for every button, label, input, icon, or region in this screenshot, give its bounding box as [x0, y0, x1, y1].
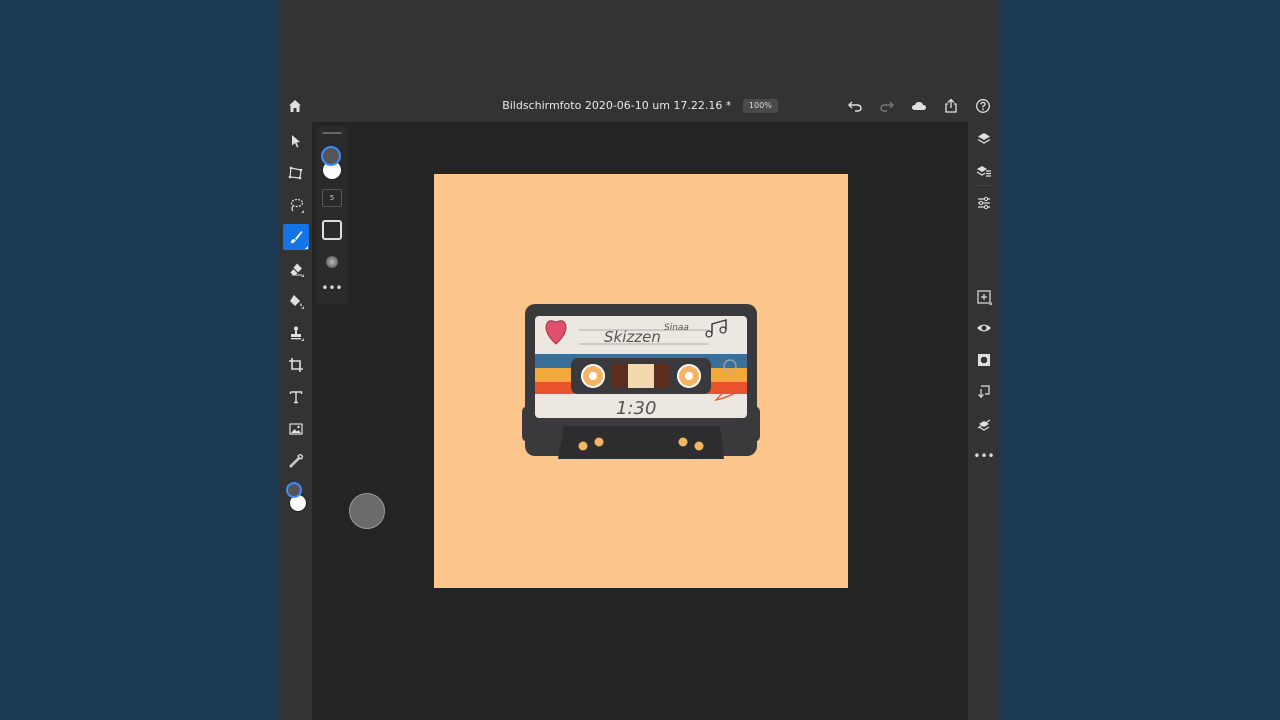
more-icon[interactable]: •••	[968, 450, 1000, 462]
brush-softness-icon[interactable]	[326, 256, 338, 268]
right-toolbar: •••	[968, 122, 1000, 720]
cassette-hole	[578, 441, 588, 451]
layer-properties-icon[interactable]	[975, 162, 993, 180]
help-icon[interactable]	[974, 97, 992, 115]
fill-tool-icon[interactable]	[287, 292, 305, 310]
type-tool-icon[interactable]	[287, 388, 305, 406]
color-swatches[interactable]	[286, 482, 308, 512]
clipping-icon[interactable]	[975, 383, 993, 401]
brush-options-flyout: 5 •••	[316, 126, 348, 304]
cassette-hole	[678, 437, 688, 447]
adjustments-icon[interactable]	[975, 194, 993, 212]
canvas-area[interactable]: Skizzen Sinaa 1:30	[312, 122, 968, 720]
left-toolbar	[280, 122, 312, 720]
cassette-signature-text: Sinaa	[664, 323, 689, 333]
photoshop-app: Bildschirmfoto 2020-06-10 um 17.22.16 * …	[280, 0, 1000, 720]
eraser-tool-icon[interactable]	[287, 260, 305, 278]
layers-icon[interactable]	[975, 130, 993, 148]
zoom-level[interactable]: 100%	[742, 99, 778, 113]
flyout-handle[interactable]	[322, 132, 342, 134]
clone-stamp-tool-icon[interactable]	[287, 324, 305, 342]
redo-icon[interactable]	[878, 97, 896, 115]
add-layer-icon[interactable]	[975, 288, 993, 306]
transform-tool-icon[interactable]	[287, 164, 305, 182]
flyout-foreground-swatch[interactable]	[321, 146, 341, 166]
foreground-color-swatch[interactable]	[286, 482, 302, 498]
crop-tool-icon[interactable]	[287, 356, 305, 374]
top-bar: Bildschirmfoto 2020-06-10 um 17.22.16 * …	[280, 0, 1000, 122]
undo-icon[interactable]	[846, 97, 864, 115]
cassette-time-text: 1:30	[616, 398, 656, 419]
document-title[interactable]: Bildschirmfoto 2020-06-10 um 17.22.16 *	[502, 98, 731, 114]
select-tool-icon[interactable]	[287, 132, 305, 150]
lasso-tool-icon[interactable]	[287, 196, 305, 214]
share-icon[interactable]	[942, 97, 960, 115]
brush-hardness-icon[interactable]	[322, 220, 342, 240]
touch-shortcut-button[interactable]	[349, 493, 385, 529]
cassette-hole	[694, 441, 704, 451]
mask-icon[interactable]	[975, 351, 993, 369]
lock-icon[interactable]	[975, 415, 993, 433]
brush-tool-icon[interactable]	[283, 224, 309, 250]
eyedropper-tool-icon[interactable]	[287, 452, 305, 470]
place-image-tool-icon[interactable]	[287, 420, 305, 438]
more-options-icon[interactable]: •••	[316, 282, 348, 294]
cassette-artwork: Skizzen Sinaa 1:30	[522, 304, 760, 459]
cloud-icon[interactable]	[910, 97, 928, 115]
cassette-hole	[594, 437, 604, 447]
document-canvas[interactable]: Skizzen Sinaa 1:30	[434, 174, 848, 588]
brush-size-button[interactable]: 5	[322, 189, 342, 207]
separator	[974, 185, 994, 186]
visibility-icon[interactable]	[975, 319, 993, 337]
flyout-color-swatches[interactable]	[321, 146, 343, 180]
cassette-label-text: Skizzen	[604, 328, 661, 346]
